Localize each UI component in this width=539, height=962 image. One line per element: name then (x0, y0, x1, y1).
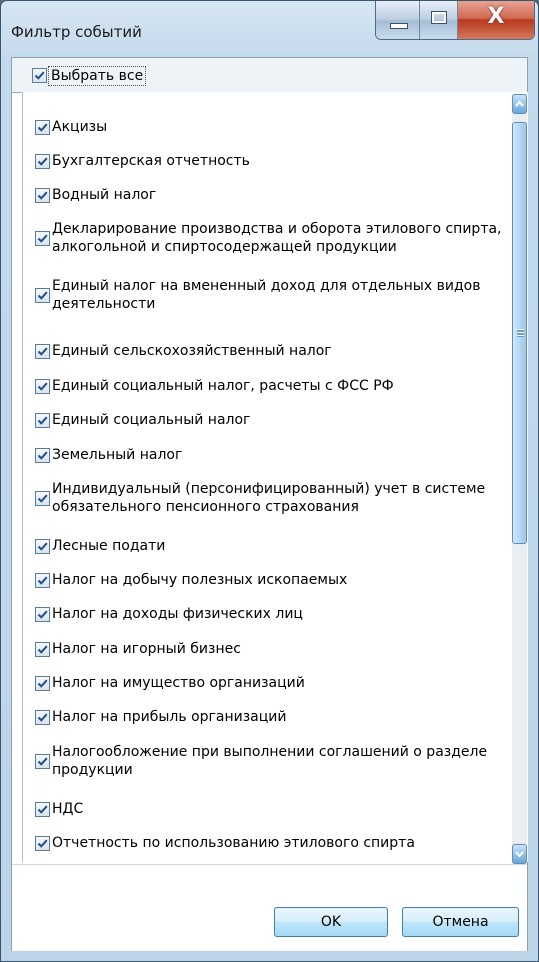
check-icon (34, 71, 45, 80)
item-label: Налог на имущество организаций (52, 675, 305, 691)
item-label: Единый сельскохозяйственный налог (52, 343, 332, 359)
dialog-window: Фильтр событий X Выбрать все Акцизы Бухга… (0, 0, 539, 962)
cancel-button[interactable]: Отмена (402, 907, 519, 937)
check-icon (37, 610, 48, 619)
check-icon (37, 576, 48, 585)
select-all-row[interactable]: Выбрать все (12, 58, 527, 93)
item-checkbox[interactable] (35, 413, 50, 428)
item-label: Налог на доходы физических лиц (52, 606, 303, 622)
item-label: Земельный налог (52, 447, 183, 463)
item-checkbox[interactable] (35, 754, 50, 769)
chevron-down-icon (515, 851, 524, 858)
item-label: НДС (52, 801, 84, 817)
item-label: Единый социальный налог (52, 412, 251, 428)
check-icon (37, 679, 48, 688)
item-checkbox[interactable] (35, 188, 50, 203)
check-icon (37, 191, 48, 200)
item-label: Бухгалтерская отчетность (52, 153, 250, 169)
chevron-up-icon (515, 100, 524, 107)
check-icon (37, 234, 48, 243)
item-label: Лесные подати (52, 538, 166, 554)
check-icon (37, 291, 48, 300)
item-checkbox[interactable] (35, 120, 50, 135)
item-label: Налог на игорный бизнес (52, 641, 241, 657)
check-icon (37, 382, 48, 391)
item-checkbox[interactable] (35, 539, 50, 554)
item-label: Единый налог на вмененный доход для отде… (52, 278, 481, 312)
event-list: Акцизы Бухгалтерская отчетность Водный нал… (22, 92, 528, 862)
item-label: Налогообложение при выполнении соглашени… (52, 744, 488, 778)
check-icon (37, 542, 48, 551)
maximize-button[interactable] (420, 1, 458, 39)
item-checkbox[interactable] (35, 676, 50, 691)
check-icon (37, 157, 48, 166)
item-label: Акцизы (52, 119, 108, 135)
check-icon (37, 757, 48, 766)
item-label: Налог на прибыль организаций (52, 709, 287, 725)
item-checkbox[interactable] (35, 231, 50, 246)
item-checkbox[interactable] (35, 448, 50, 463)
check-icon (37, 805, 48, 814)
minimize-icon (390, 23, 408, 29)
check-icon (37, 416, 48, 425)
title-bar[interactable]: Фильтр событий X (1, 1, 538, 59)
caption-buttons: X (375, 1, 535, 40)
scroll-thumb[interactable] (512, 122, 527, 544)
item-checkbox[interactable] (35, 802, 50, 817)
select-all-checkbox[interactable] (32, 68, 47, 83)
item-checkbox[interactable] (35, 344, 50, 359)
item-label: Единый социальный налог, расчеты с ФСС Р… (52, 378, 394, 394)
close-icon: X (487, 4, 505, 29)
item-checkbox[interactable] (35, 573, 50, 588)
check-icon (37, 839, 48, 848)
item-label: Налог на добычу полезных ископаемых (52, 572, 348, 588)
check-icon (37, 645, 48, 654)
check-icon (37, 494, 48, 503)
item-checkbox[interactable] (35, 607, 50, 622)
ok-button[interactable]: OK (274, 907, 388, 937)
item-checkbox[interactable] (35, 491, 50, 506)
close-button[interactable]: X (458, 1, 534, 39)
window-title: Фильтр событий (11, 23, 142, 41)
minimize-button[interactable] (376, 1, 420, 39)
select-all-label: Выбрать все (48, 66, 147, 86)
grip-icon (517, 329, 524, 337)
item-checkbox[interactable] (35, 154, 50, 169)
vertical-scrollbar[interactable] (512, 94, 527, 864)
item-checkbox[interactable] (35, 642, 50, 657)
item-checkbox[interactable] (35, 288, 50, 303)
button-bar: OK Отмена (12, 864, 527, 951)
check-icon (37, 451, 48, 460)
item-label: Индивидуальный (персонифицированный) уче… (52, 481, 486, 515)
check-icon (37, 713, 48, 722)
scroll-up-button[interactable] (512, 94, 527, 114)
item-label: Отчетность по использованию этилового сп… (52, 835, 415, 851)
maximize-icon (431, 11, 447, 24)
item-checkbox[interactable] (35, 710, 50, 725)
item-label: Водный налог (52, 187, 157, 203)
item-checkbox[interactable] (35, 379, 50, 394)
item-label: Декларирование производства и оборота эт… (52, 221, 502, 255)
check-icon (37, 123, 48, 132)
item-checkbox[interactable] (35, 836, 50, 851)
dialog-client-area: Выбрать все Акцизы Бухгалтерская отчетнос… (11, 57, 528, 951)
check-icon (37, 347, 48, 356)
scroll-down-button[interactable] (512, 844, 527, 864)
